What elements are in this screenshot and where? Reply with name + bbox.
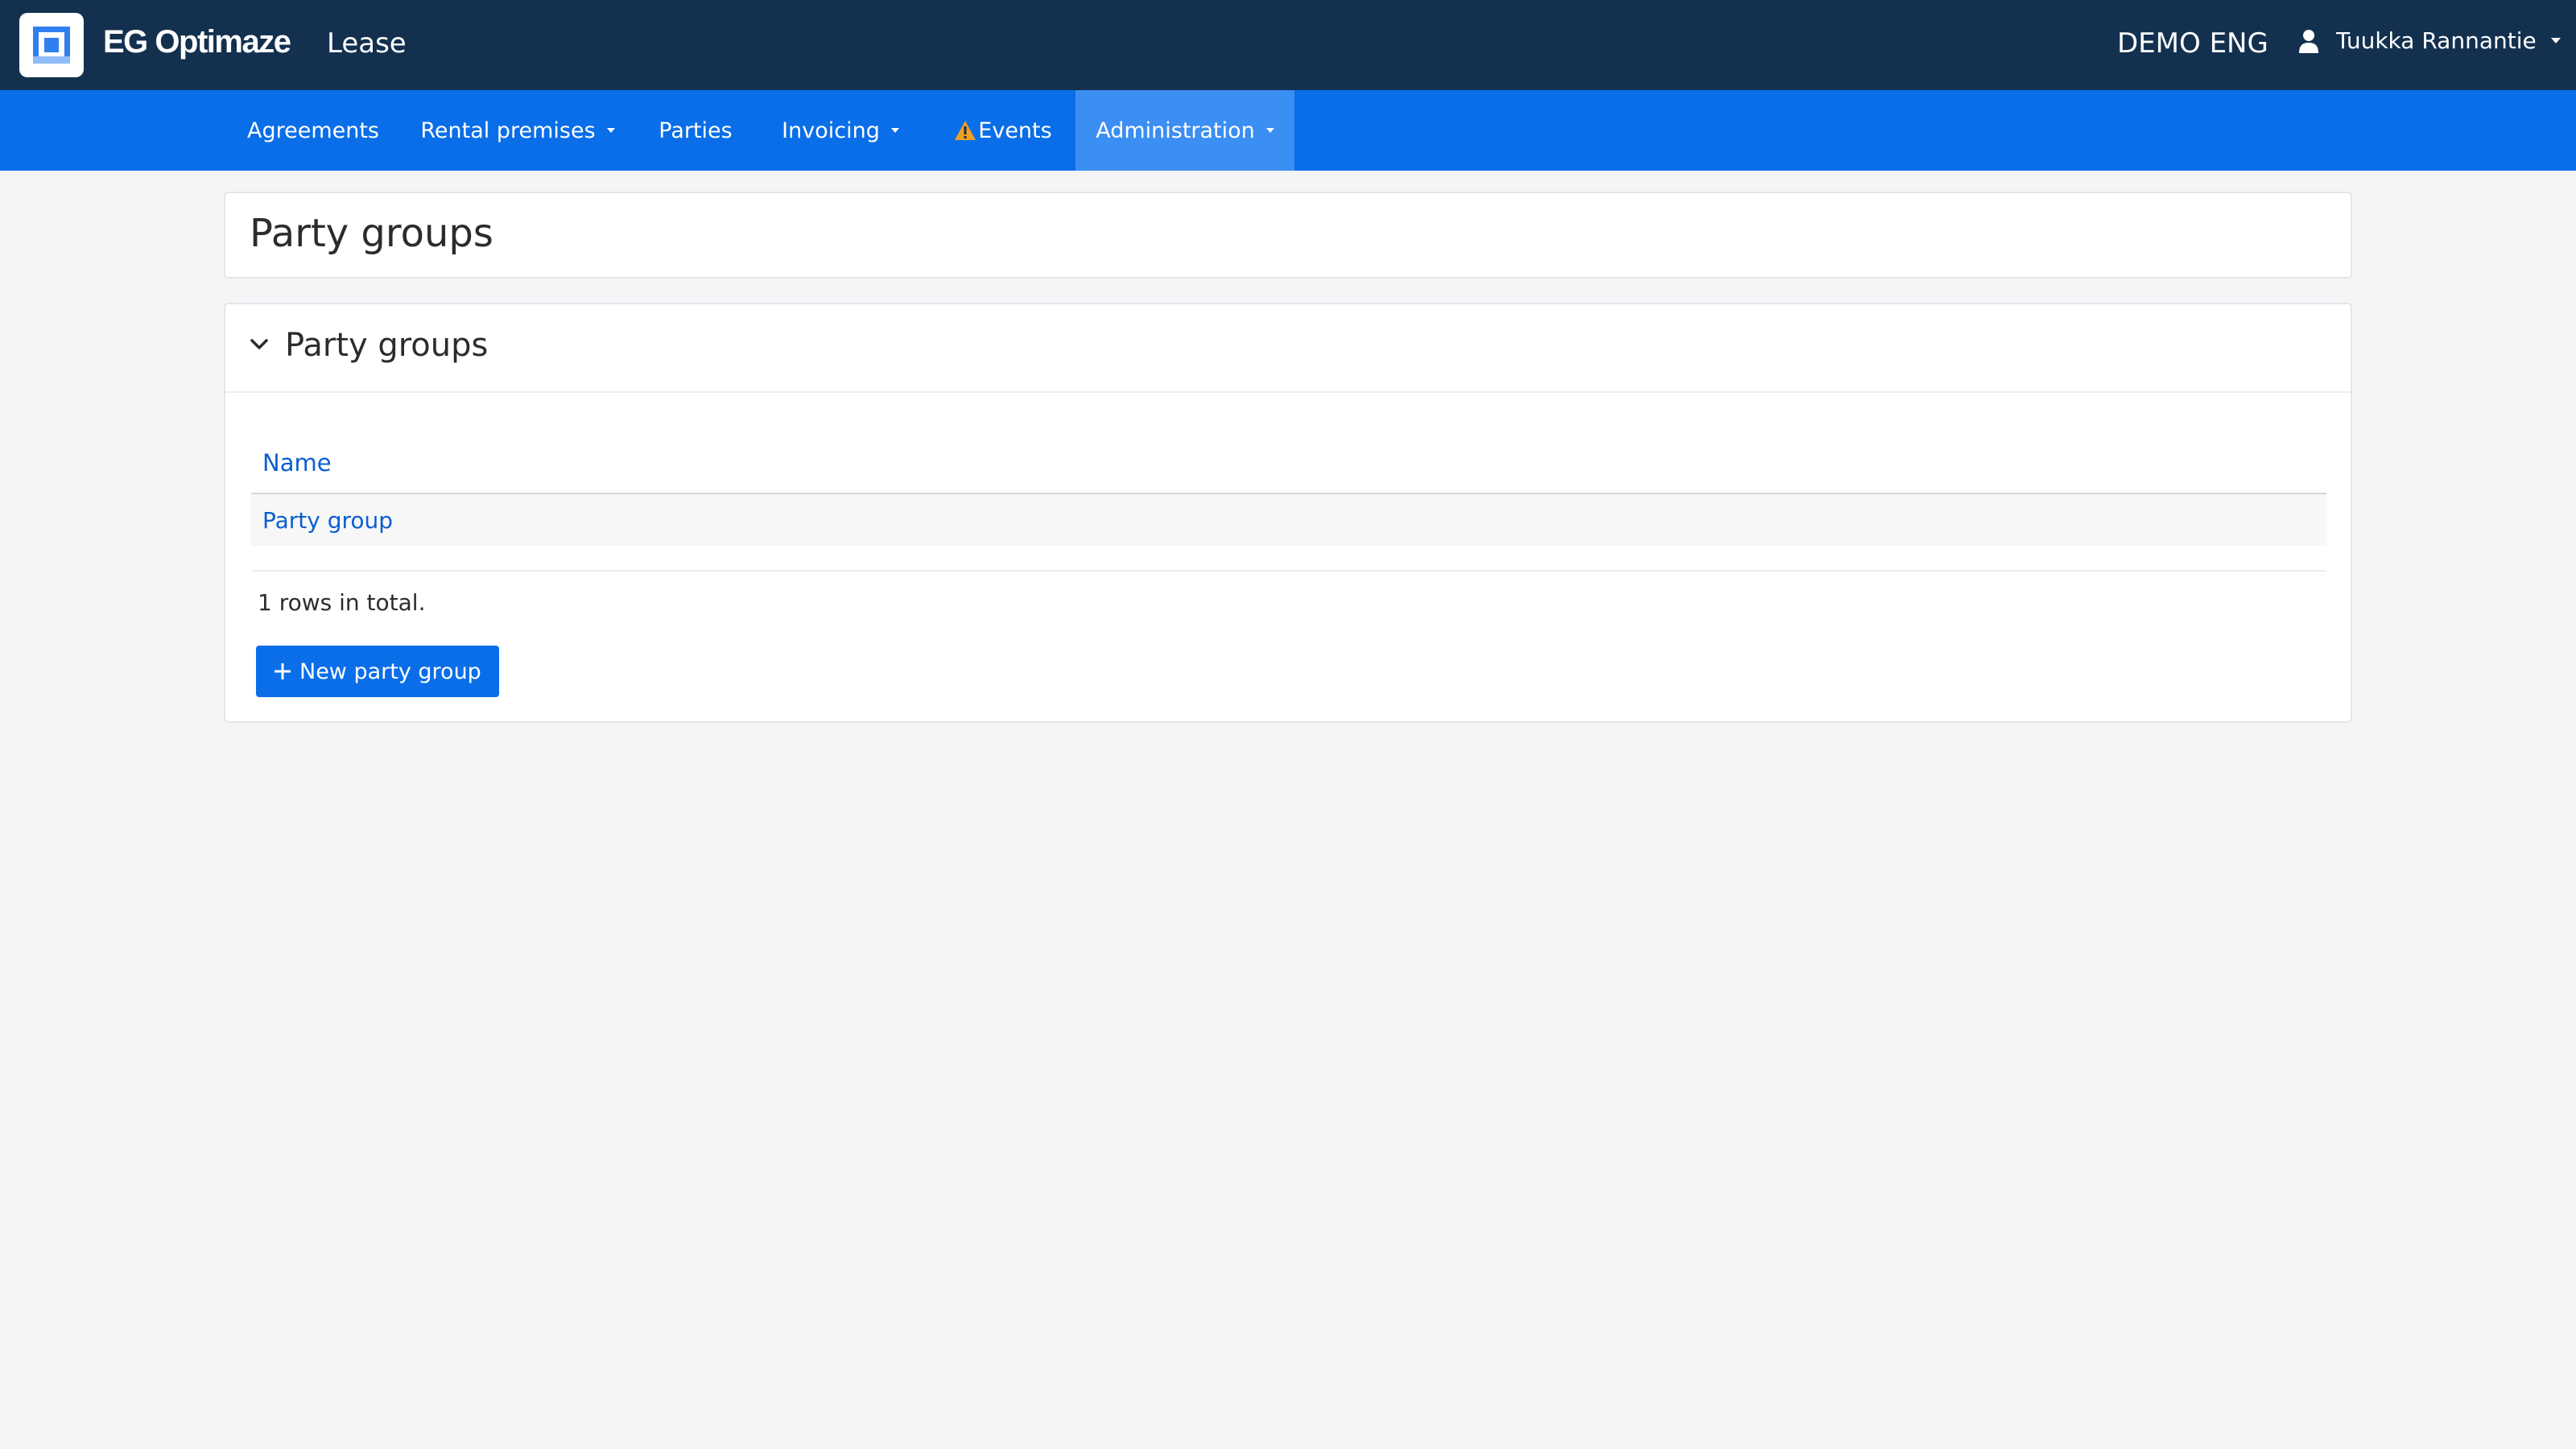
main-nav: Agreements Rental premises Parties Invoi… (0, 90, 2576, 171)
divider (251, 570, 2326, 572)
table-row[interactable]: Party group (251, 494, 2326, 546)
panel-title: Party groups (285, 327, 489, 364)
nav-label: Rental premises (420, 118, 596, 143)
chevron-down-icon (1265, 128, 1274, 133)
column-header-name[interactable]: Name (251, 433, 2326, 494)
rows-total-text: 1 rows in total. (258, 589, 426, 616)
nav-label: Parties (658, 118, 733, 143)
nav-administration[interactable]: Administration (1075, 90, 1294, 171)
chevron-down-icon (2550, 38, 2561, 43)
party-groups-panel: Party groups Name Party group 1 rows in … (224, 303, 2352, 723)
nav-rental-premises[interactable]: Rental premises (402, 90, 633, 171)
user-icon (2299, 29, 2318, 53)
nav-invoicing[interactable]: Invoicing (758, 90, 923, 171)
top-header: EG Optimaze Lease DEMO ENG Tuukka Rannan… (0, 0, 2576, 90)
chevron-down-icon (606, 128, 615, 133)
app-logo[interactable] (19, 13, 84, 77)
nav-label: Events (978, 118, 1052, 143)
nav-label: Agreements (246, 118, 380, 143)
user-name: Tuukka Rannantie (2336, 27, 2537, 54)
party-groups-table: Name Party group (251, 433, 2326, 546)
chevron-down-icon[interactable] (250, 338, 269, 351)
nav-parties[interactable]: Parties (633, 90, 758, 171)
page-title: Party groups (250, 211, 493, 256)
new-party-group-button[interactable]: New party group (256, 646, 499, 697)
app-name: Lease (327, 27, 407, 60)
nav-events[interactable]: Events (943, 90, 1063, 171)
page-title-card: Party groups (224, 192, 2352, 279)
plus-icon (275, 663, 291, 679)
brand-name: EG Optimaze (103, 24, 291, 60)
user-menu[interactable]: Tuukka Rannantie (2299, 27, 2561, 54)
chevron-down-icon (890, 128, 899, 133)
panel-header[interactable]: Party groups (225, 304, 2351, 393)
button-label: New party group (299, 658, 481, 684)
nav-label: Invoicing (782, 118, 880, 143)
nav-agreements[interactable]: Agreements (224, 90, 402, 171)
tenant-name[interactable]: DEMO ENG (2117, 27, 2268, 60)
column-header-label: Name (262, 449, 332, 477)
party-group-link[interactable]: Party group (262, 507, 393, 534)
warning-icon (955, 121, 976, 140)
logo-icon (33, 27, 70, 64)
nav-label: Administration (1096, 118, 1255, 143)
